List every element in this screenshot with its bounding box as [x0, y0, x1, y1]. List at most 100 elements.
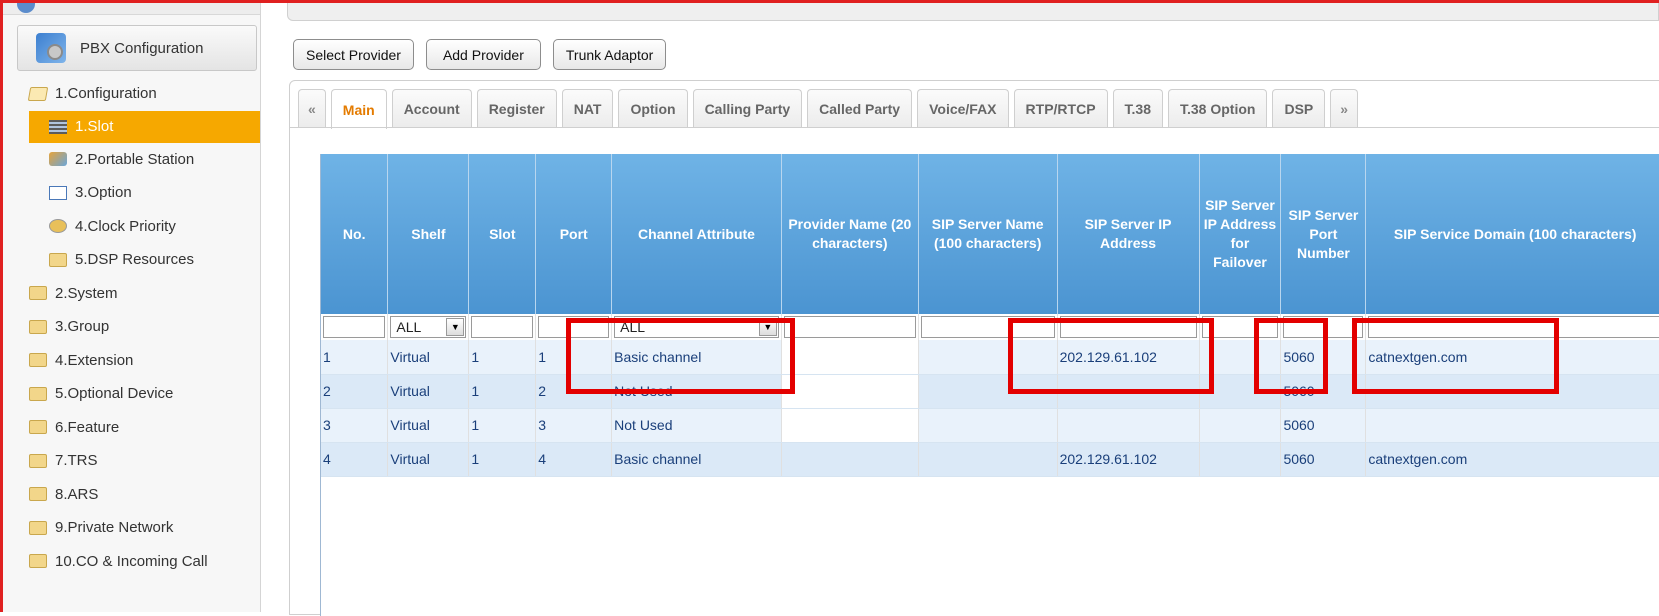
sidebar-item-extension[interactable]: 4.Extension: [3, 344, 260, 378]
sidebar-item-ars[interactable]: 8.ARS: [3, 478, 260, 512]
portable-station-icon: [49, 152, 67, 167]
provider-toolbar: Select Provider Add Provider Trunk Adapt…: [293, 39, 667, 70]
cell-no[interactable]: 3: [321, 408, 389, 443]
chevron-down-icon[interactable]: ▼: [446, 318, 465, 336]
table-row[interactable]: 4 Virtual 1 4 Basic channel 202.129.61.1…: [321, 442, 1659, 477]
cell-port[interactable]: 3: [535, 408, 613, 443]
cell-provider-name[interactable]: [781, 374, 919, 409]
sidebar-item-portable-station[interactable]: 2.Portable Station: [3, 143, 260, 177]
tab-scroll-right[interactable]: »: [1330, 89, 1359, 127]
cell-sip-server-port[interactable]: 5060: [1280, 408, 1367, 443]
col-header-port[interactable]: Port: [535, 154, 613, 314]
table-row[interactable]: 3 Virtual 1 3 Not Used 5060: [321, 408, 1659, 443]
cell-sip-server-ip-failover[interactable]: [1199, 442, 1282, 477]
tab-main[interactable]: Main: [330, 89, 387, 129]
cell-port[interactable]: 4: [535, 442, 613, 477]
cell-sip-server-ip-failover[interactable]: [1199, 408, 1282, 443]
cell-shelf[interactable]: Virtual: [387, 374, 470, 409]
cell-channel-attribute[interactable]: Not Used: [611, 408, 782, 443]
cell-slot[interactable]: 1: [468, 340, 537, 375]
cell-shelf[interactable]: Virtual: [387, 408, 470, 443]
sidebar-item-feature[interactable]: 6.Feature: [3, 411, 260, 445]
sidebar-item-clock-priority[interactable]: 4.Clock Priority: [3, 210, 260, 244]
cell-channel-attribute[interactable]: Basic channel: [611, 442, 782, 477]
cell-no[interactable]: 2: [321, 374, 389, 409]
sidebar-item-configuration[interactable]: 1.Configuration: [3, 77, 260, 111]
cell-sip-service-domain[interactable]: catnextgen.com: [1365, 442, 1659, 477]
cell-shelf[interactable]: Virtual: [387, 442, 470, 477]
sidebar-item-system[interactable]: 2.System: [3, 277, 260, 311]
col-header-sip-server-ip-failover[interactable]: SIP Server IP Address for Failover: [1199, 154, 1282, 314]
filter-provider-name-input[interactable]: [783, 316, 916, 338]
add-provider-button[interactable]: Add Provider: [425, 39, 541, 70]
cell-slot[interactable]: 1: [468, 408, 537, 443]
filter-slot-input[interactable]: [471, 316, 534, 338]
tab-t38-option[interactable]: T.38 Option: [1168, 89, 1268, 127]
tab-t38[interactable]: T.38: [1112, 89, 1163, 127]
filter-no-input[interactable]: [323, 316, 386, 338]
col-header-sip-service-domain[interactable]: SIP Service Domain (100 characters): [1365, 154, 1659, 314]
folder-icon: [29, 386, 47, 401]
folder-icon: [29, 286, 47, 301]
sidebar-item-private-network[interactable]: 9.Private Network: [3, 511, 260, 545]
folder-icon: [29, 554, 47, 569]
tab-voice-fax[interactable]: Voice/FAX: [917, 89, 1009, 127]
sidebar-item-trs[interactable]: 7.TRS: [3, 444, 260, 478]
tab-called-party[interactable]: Called Party: [807, 89, 913, 127]
sidebar-item-optional-device[interactable]: 5.Optional Device: [3, 377, 260, 411]
folder-icon: [29, 453, 47, 468]
col-header-sip-server-port[interactable]: SIP Server Port Number: [1280, 154, 1367, 314]
tab-rtp-rtcp[interactable]: RTP/RTCP: [1013, 89, 1108, 127]
trunk-adaptor-button[interactable]: Trunk Adaptor: [552, 39, 667, 70]
tab-dsp[interactable]: DSP: [1272, 89, 1326, 127]
col-header-channel-attribute[interactable]: Channel Attribute: [611, 154, 782, 314]
folder-icon: [29, 520, 47, 535]
folder-open-icon: [27, 86, 49, 101]
tab-nat[interactable]: NAT: [561, 89, 614, 127]
select-provider-button[interactable]: Select Provider: [293, 39, 414, 70]
cell-sip-server-name[interactable]: [918, 408, 1058, 443]
cell-sip-server-ip[interactable]: 202.129.61.102: [1057, 442, 1200, 477]
folder-icon: [29, 319, 47, 334]
col-header-no[interactable]: No.: [321, 154, 389, 314]
tab-register[interactable]: Register: [476, 89, 557, 127]
pbx-configuration-header[interactable]: PBX Configuration: [17, 25, 257, 71]
highlight-box-sip-service-domain: [1352, 318, 1559, 394]
cell-provider-name[interactable]: [781, 408, 919, 443]
cell-no[interactable]: 1: [321, 340, 389, 375]
col-header-shelf[interactable]: Shelf: [387, 154, 470, 314]
sidebar-item-co-incoming-call[interactable]: 10.CO & Incoming Call: [3, 545, 260, 579]
cell-provider-name[interactable]: [781, 340, 919, 375]
sidebar-item-option[interactable]: 3.Option: [3, 176, 260, 210]
folder-icon: [49, 252, 67, 267]
cell-slot[interactable]: 1: [468, 374, 537, 409]
cell-shelf[interactable]: Virtual: [387, 340, 470, 375]
filter-shelf-select[interactable]: ALL ▼: [390, 316, 467, 338]
globe-icon: [17, 3, 35, 13]
folder-icon: [29, 487, 47, 502]
cell-sip-server-ip[interactable]: [1057, 408, 1200, 443]
tab-option[interactable]: Option: [618, 89, 688, 127]
trunk-table: No. Shelf Slot Port Channel Attribute Pr…: [321, 154, 1659, 477]
sidebar-item-dsp-resources[interactable]: 5.DSP Resources: [3, 243, 260, 277]
cell-provider-name[interactable]: [781, 442, 919, 477]
col-header-sip-server-ip[interactable]: SIP Server IP Address: [1057, 154, 1200, 314]
folder-icon: [29, 420, 47, 435]
cell-sip-server-port[interactable]: 5060: [1280, 442, 1367, 477]
col-header-sip-server-name[interactable]: SIP Server Name (100 characters): [918, 154, 1058, 314]
cell-no[interactable]: 4: [321, 442, 389, 477]
tab-account[interactable]: Account: [391, 89, 472, 127]
main-panel: Select Provider Add Provider Trunk Adapt…: [262, 3, 1659, 616]
cell-slot[interactable]: 1: [468, 442, 537, 477]
col-header-provider-name[interactable]: Provider Name (20 characters): [781, 154, 919, 314]
cell-sip-server-name[interactable]: [918, 442, 1058, 477]
highlight-box-channel-attribute: [566, 318, 795, 394]
col-header-slot[interactable]: Slot: [468, 154, 537, 314]
cell-sip-service-domain[interactable]: [1365, 408, 1659, 443]
sidebar-item-slot[interactable]: 1.Slot: [29, 110, 260, 143]
tab-scroll-left[interactable]: «: [298, 89, 326, 127]
sidebar-item-group[interactable]: 3.Group: [3, 310, 260, 344]
option-icon: [49, 185, 67, 200]
top-title-strip: [287, 3, 1659, 21]
tab-calling-party[interactable]: Calling Party: [692, 89, 803, 127]
